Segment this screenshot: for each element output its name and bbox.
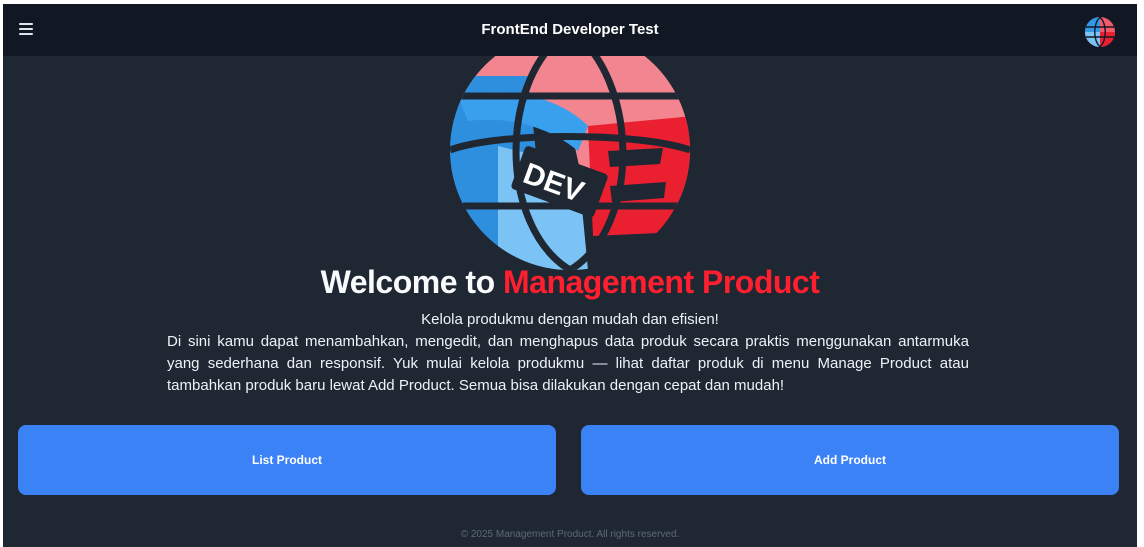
navbar: FrontEnd Developer Test: [3, 4, 1137, 56]
browser-frame: FrontEnd Developer Test DEV Welcome to M…: [0, 0, 1144, 547]
list-product-button[interactable]: List Product: [18, 425, 556, 495]
footer-text: © 2025 Management Product. All rights re…: [460, 529, 680, 540]
title-part-2: Management Product: [503, 264, 820, 300]
app-window: FrontEnd Developer Test DEV Welcome to M…: [3, 4, 1137, 547]
dev-globe-logo-icon: DEV: [438, 30, 702, 270]
description: Di sini kamu dapat menambahkan, mengedit…: [167, 333, 969, 394]
globe-avatar-icon[interactable]: [1084, 16, 1116, 48]
add-product-button[interactable]: Add Product: [581, 425, 1119, 495]
tagline: Kelola produkmu dengan mudah dan efisien…: [421, 311, 719, 328]
title-part-1: Welcome to: [320, 264, 496, 300]
app-title: FrontEnd Developer Test: [481, 21, 659, 38]
page-title: Welcome to Management Product: [3, 264, 1137, 301]
